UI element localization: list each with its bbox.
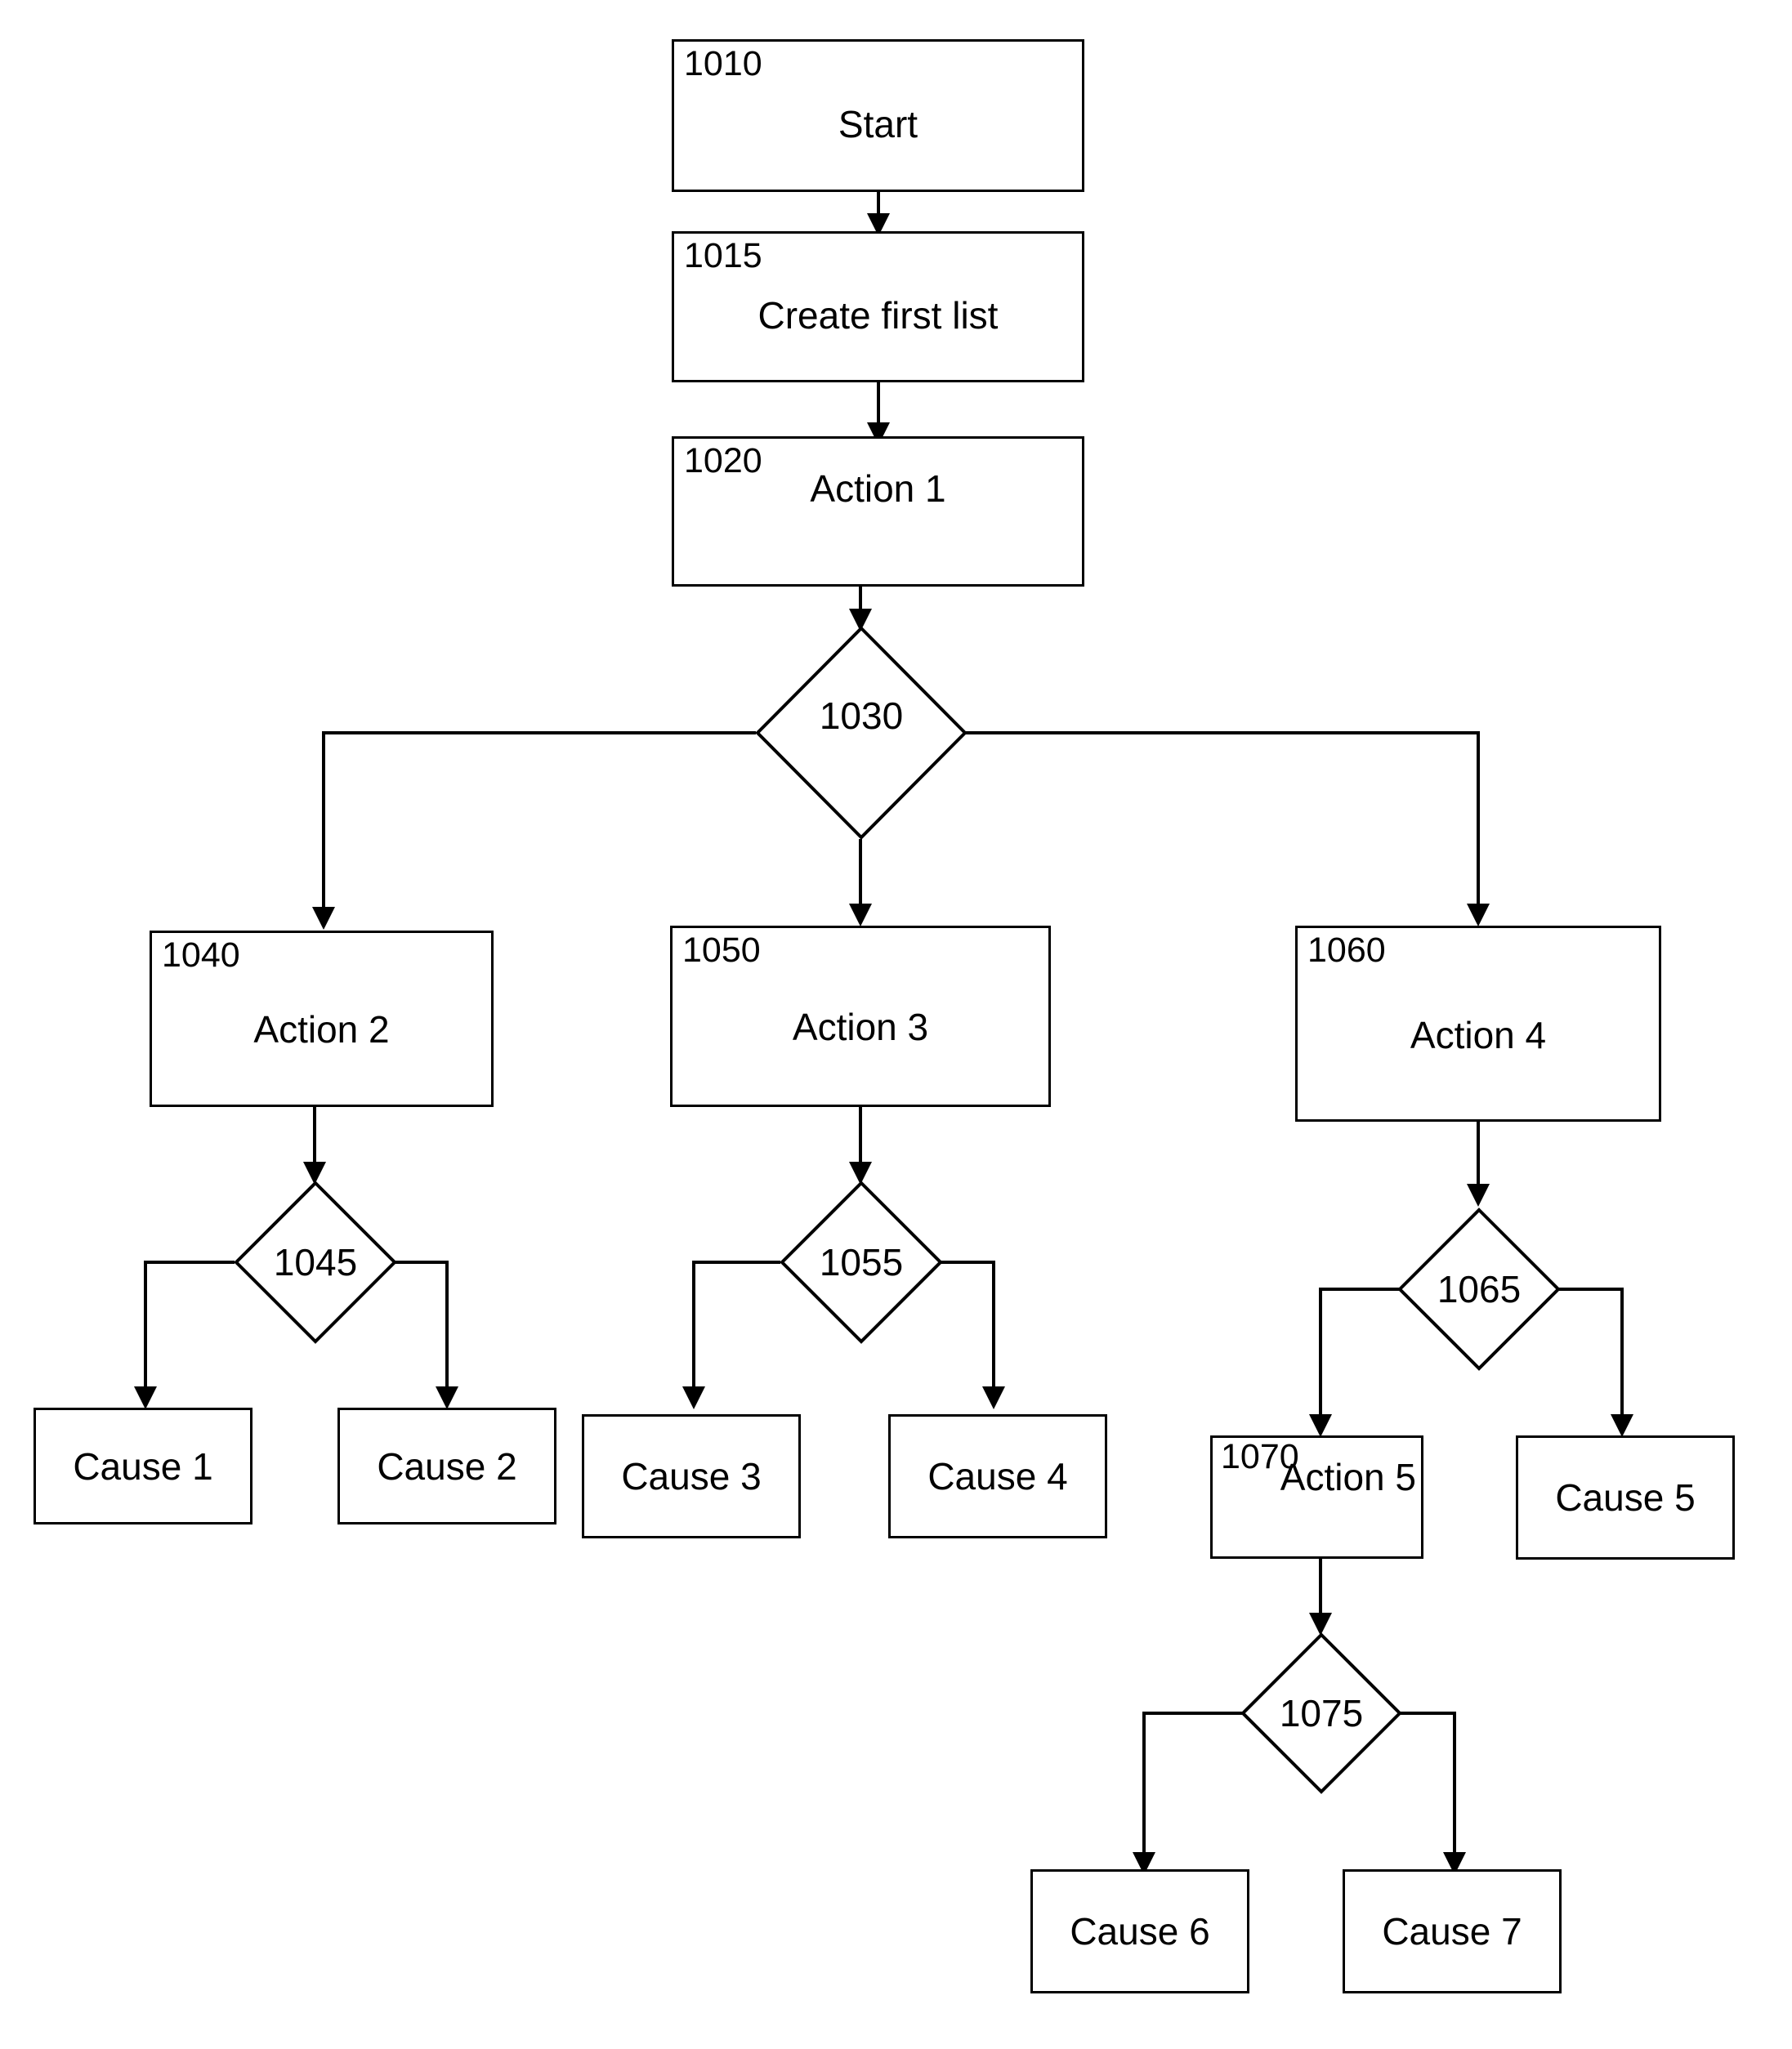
edge-1055-cause4 [941, 1261, 1005, 1409]
edge-1030-1040 [312, 731, 756, 930]
node-1015-create-first-list[interactable]: 1015 Create first list [672, 231, 1084, 382]
flowchart-canvas: 1010 Start 1015 Create first list 1020 A… [0, 0, 1792, 2049]
node-cause-3[interactable]: Cause 3 [582, 1414, 801, 1538]
node-1045-decision[interactable]: 1045 [234, 1181, 397, 1344]
node-cause-7-label: Cause 7 [1382, 1910, 1522, 1953]
edge-1045-cause1 [134, 1261, 235, 1409]
node-cause-2[interactable]: Cause 2 [337, 1408, 556, 1524]
node-1010-ref: 1010 [684, 44, 762, 83]
node-1030-decision[interactable]: 1030 [755, 626, 968, 840]
node-cause-3-label: Cause 3 [621, 1455, 762, 1498]
node-cause-1-label: Cause 1 [73, 1444, 213, 1488]
node-1040-label: Action 2 [253, 1007, 390, 1051]
node-1055-decision[interactable]: 1055 [780, 1181, 943, 1344]
edge-1030-1060 [966, 731, 1490, 926]
node-1030-ref: 1030 [819, 694, 904, 738]
node-cause-4-label: Cause 4 [927, 1455, 1068, 1498]
node-1015-label: Create first list [757, 294, 999, 337]
node-1045-ref: 1045 [273, 1241, 358, 1283]
node-1075-ref: 1075 [1279, 1692, 1364, 1734]
edge-1055-cause3 [682, 1261, 780, 1409]
node-cause-5[interactable]: Cause 5 [1516, 1435, 1735, 1560]
node-1060-label: Action 4 [1410, 1014, 1547, 1057]
node-1050-ref: 1050 [682, 931, 761, 970]
edge-1045-cause2 [395, 1261, 458, 1409]
node-cause-4[interactable]: Cause 4 [888, 1414, 1107, 1538]
node-cause-6-label: Cause 6 [1070, 1910, 1210, 1953]
node-1020-label: Action 1 [810, 467, 946, 510]
node-cause-5-label: Cause 5 [1555, 1476, 1696, 1519]
node-1050-label: Action 3 [792, 1005, 929, 1048]
node-1070-action-5[interactable]: 1070 Action 5 [1210, 1435, 1423, 1559]
node-1070-label: Action 5 [1280, 1456, 1416, 1498]
node-1055-ref: 1055 [819, 1241, 904, 1283]
node-1040-ref: 1040 [162, 935, 240, 975]
node-1040-action-2[interactable]: 1040 Action 2 [150, 931, 494, 1107]
node-1015-ref: 1015 [684, 236, 762, 275]
node-1020-action-1[interactable]: 1020 Action 1 [672, 436, 1084, 587]
node-1010-start[interactable]: 1010 Start [672, 39, 1084, 192]
edge-1075-cause7 [1401, 1712, 1466, 1875]
node-cause-1[interactable]: Cause 1 [34, 1408, 252, 1524]
node-1060-ref: 1060 [1307, 931, 1386, 970]
node-1065-decision[interactable]: 1065 [1397, 1208, 1561, 1371]
node-cause-6[interactable]: Cause 6 [1030, 1869, 1249, 1993]
edge-1065-1070 [1309, 1288, 1399, 1437]
node-1065-ref: 1065 [1437, 1268, 1522, 1310]
edge-1075-cause6 [1133, 1712, 1242, 1875]
node-1060-action-4[interactable]: 1060 Action 4 [1295, 926, 1661, 1122]
node-1010-label: Start [838, 103, 918, 146]
node-cause-2-label: Cause 2 [377, 1444, 517, 1488]
node-1050-action-3[interactable]: 1050 Action 3 [670, 926, 1051, 1107]
node-1075-decision[interactable]: 1075 [1240, 1632, 1402, 1794]
node-cause-7[interactable]: Cause 7 [1343, 1869, 1562, 1993]
edge-1065-cause5 [1559, 1288, 1633, 1437]
